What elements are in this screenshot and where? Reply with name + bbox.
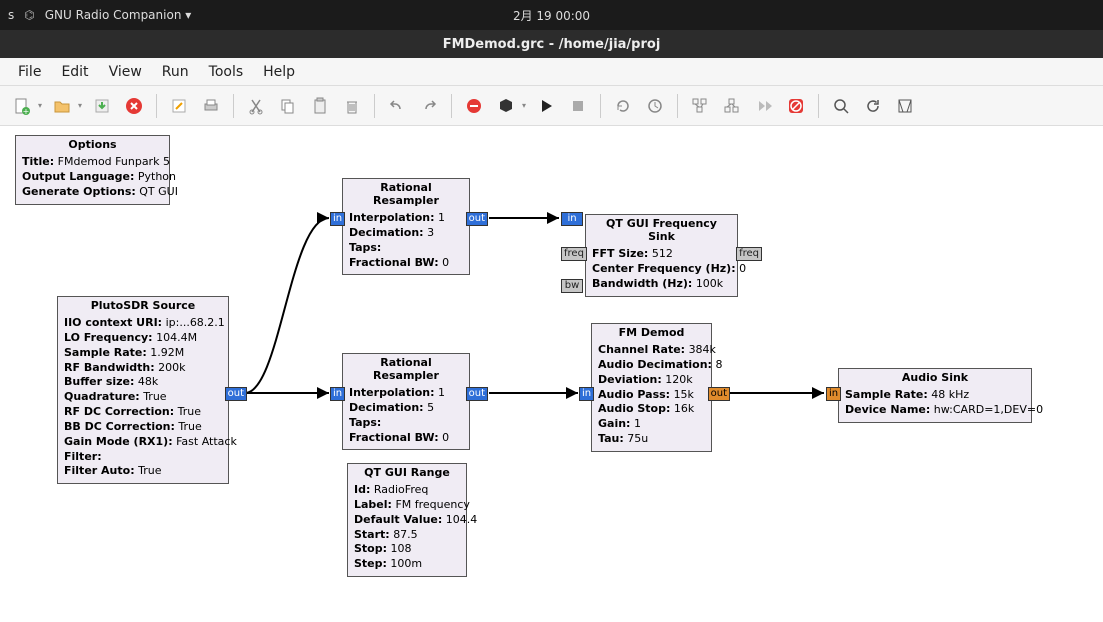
port-freq-in[interactable]: freq bbox=[561, 247, 587, 261]
topbar-truncated: s bbox=[8, 8, 14, 22]
port-out[interactable]: out bbox=[466, 387, 488, 401]
block-title: QT GUI Range bbox=[348, 464, 466, 481]
run-button[interactable] bbox=[532, 92, 560, 120]
new-button[interactable]: + bbox=[8, 92, 36, 120]
system-topbar: s ⌬ GNU Radio Companion ▾ 2月 19 00:00 bbox=[0, 0, 1103, 30]
port-in[interactable]: in bbox=[561, 212, 583, 226]
clock[interactable]: 2月 19 00:00 bbox=[513, 7, 590, 24]
flowgraph-canvas[interactable]: Options Title: FMdemod Funpark 5 Output … bbox=[0, 126, 1103, 622]
block-title: Audio Sink bbox=[839, 369, 1031, 386]
reload-button[interactable] bbox=[609, 92, 637, 120]
hier-button-1[interactable] bbox=[686, 92, 714, 120]
port-out[interactable]: out bbox=[708, 387, 730, 401]
port-in[interactable]: in bbox=[330, 212, 345, 226]
activities-icon[interactable]: ⌬ bbox=[24, 8, 34, 22]
skip-button[interactable] bbox=[750, 92, 778, 120]
window-title: FMDemod.grc - /home/jia/proj bbox=[0, 30, 1103, 58]
port-out[interactable]: out bbox=[225, 387, 247, 401]
block-title: PlutoSDR Source bbox=[58, 297, 228, 314]
delete-button[interactable] bbox=[338, 92, 366, 120]
block-title: QT GUI Frequency Sink bbox=[586, 215, 737, 245]
menubar: File Edit View Run Tools Help bbox=[0, 58, 1103, 86]
options-block[interactable]: Options Title: FMdemod Funpark 5 Output … bbox=[15, 135, 170, 205]
close-button[interactable] bbox=[120, 92, 148, 120]
menu-edit[interactable]: Edit bbox=[51, 60, 98, 84]
new-dropdown-icon[interactable]: ▾ bbox=[38, 101, 42, 110]
undo-button[interactable] bbox=[383, 92, 411, 120]
refresh-button[interactable] bbox=[859, 92, 887, 120]
open-dropdown-icon[interactable]: ▾ bbox=[78, 101, 82, 110]
menu-file[interactable]: File bbox=[8, 60, 51, 84]
menu-help[interactable]: Help bbox=[253, 60, 305, 84]
port-in[interactable]: in bbox=[330, 387, 345, 401]
generate-button[interactable] bbox=[641, 92, 669, 120]
menu-run[interactable]: Run bbox=[152, 60, 199, 84]
menu-view[interactable]: View bbox=[99, 60, 152, 84]
port-bw-in[interactable]: bw bbox=[561, 279, 583, 293]
block-title: FM Demod bbox=[592, 324, 711, 341]
redo-button[interactable] bbox=[415, 92, 443, 120]
port-in[interactable]: in bbox=[579, 387, 594, 401]
disable-button[interactable] bbox=[460, 92, 488, 120]
cut-button[interactable] bbox=[242, 92, 270, 120]
error-button[interactable] bbox=[782, 92, 810, 120]
plutosdr-source-block[interactable]: PlutoSDR Source IIO context URI: ip:...6… bbox=[57, 296, 229, 484]
audio-sink-block[interactable]: Audio Sink Sample Rate: 48 kHz Device Na… bbox=[838, 368, 1032, 423]
qt-gui-freq-sink-block[interactable]: QT GUI Frequency Sink FFT Size: 512 Cent… bbox=[585, 214, 738, 297]
port-freq-out[interactable]: freq bbox=[736, 247, 762, 261]
rational-resampler-1-block[interactable]: Rational Resampler Interpolation: 1 Deci… bbox=[342, 178, 470, 275]
blocks-button[interactable] bbox=[492, 92, 520, 120]
save-button[interactable] bbox=[88, 92, 116, 120]
paste-button[interactable] bbox=[306, 92, 334, 120]
rational-resampler-2-block[interactable]: Rational Resampler Interpolation: 1 Deci… bbox=[342, 353, 470, 450]
terminal-button[interactable] bbox=[891, 92, 919, 120]
app-menu[interactable]: GNU Radio Companion ▾ bbox=[45, 8, 192, 22]
block-title: Rational Resampler bbox=[343, 179, 469, 209]
block-title: Options bbox=[16, 136, 169, 153]
copy-button[interactable] bbox=[274, 92, 302, 120]
menu-tools[interactable]: Tools bbox=[199, 60, 254, 84]
fm-demod-block[interactable]: FM Demod Channel Rate: 384k Audio Decima… bbox=[591, 323, 712, 452]
qt-gui-range-block[interactable]: QT GUI Range Id: RadioFreq Label: FM fre… bbox=[347, 463, 467, 577]
svg-text:+: + bbox=[23, 107, 30, 115]
open-button[interactable] bbox=[48, 92, 76, 120]
toolbar: + ▾ ▾ ▾ bbox=[0, 86, 1103, 126]
port-out[interactable]: out bbox=[466, 212, 488, 226]
port-in[interactable]: in bbox=[826, 387, 841, 401]
blocks-dropdown-icon[interactable]: ▾ bbox=[522, 101, 526, 110]
print-button[interactable] bbox=[197, 92, 225, 120]
block-title: Rational Resampler bbox=[343, 354, 469, 384]
edit-button[interactable] bbox=[165, 92, 193, 120]
stop-button[interactable] bbox=[564, 92, 592, 120]
search-button[interactable] bbox=[827, 92, 855, 120]
hier-button-2[interactable] bbox=[718, 92, 746, 120]
